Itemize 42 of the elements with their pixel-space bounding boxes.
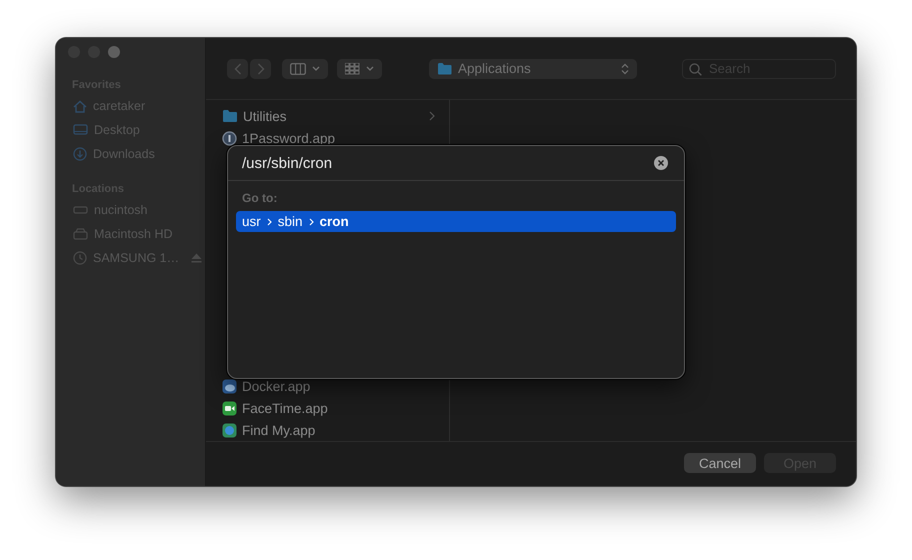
house-icon [73, 100, 87, 112]
group-button[interactable] [337, 58, 382, 78]
file-name[interactable]: 1Password.app [242, 130, 336, 146]
chevron-right-icon [308, 218, 314, 226]
stepper-icon [621, 62, 629, 74]
caret-icon [366, 66, 374, 71]
circle-app-icon [222, 130, 237, 146]
clock-icon [73, 251, 87, 265]
view-button[interactable] [282, 58, 328, 78]
grid-icon [345, 62, 360, 74]
chevron-left-icon [234, 62, 242, 74]
clear-button[interactable] [654, 156, 668, 170]
eject-icon[interactable] [191, 253, 202, 263]
search-icon [689, 62, 702, 76]
dialog-button[interactable]: Cancel [684, 453, 756, 473]
section-label: Go to: [241, 190, 278, 207]
display-icon [73, 124, 88, 136]
path-label: sbin [278, 214, 303, 229]
path-label: cron [320, 214, 349, 229]
file-name[interactable]: Utilities [243, 108, 287, 124]
chevron-right-icon [256, 62, 264, 74]
forward-button[interactable] [250, 58, 271, 78]
file-name[interactable]: FaceTime.app [242, 400, 328, 416]
video-camera-icon [222, 400, 237, 416]
file-name[interactable]: Find My.app [242, 422, 316, 438]
caret-icon [312, 66, 320, 71]
whale-app-icon [222, 378, 237, 394]
path-input[interactable]: /usr/sbin/cron [242, 154, 654, 172]
result-row[interactable]: usr sbin cron [236, 211, 676, 232]
folder-icon [437, 62, 452, 75]
locator-app-icon [222, 422, 237, 438]
back-button[interactable] [227, 58, 248, 78]
download-icon [73, 147, 87, 161]
drive-icon [73, 205, 88, 215]
columns-icon [290, 62, 306, 74]
path-label: usr [242, 214, 261, 229]
close-icon [658, 160, 664, 166]
window-control[interactable] [108, 46, 120, 58]
location-popup[interactable]: Applications [429, 58, 637, 78]
file-name[interactable]: Docker.app [242, 378, 310, 394]
chevron-right-icon [266, 218, 272, 226]
folder-icon [222, 109, 238, 123]
